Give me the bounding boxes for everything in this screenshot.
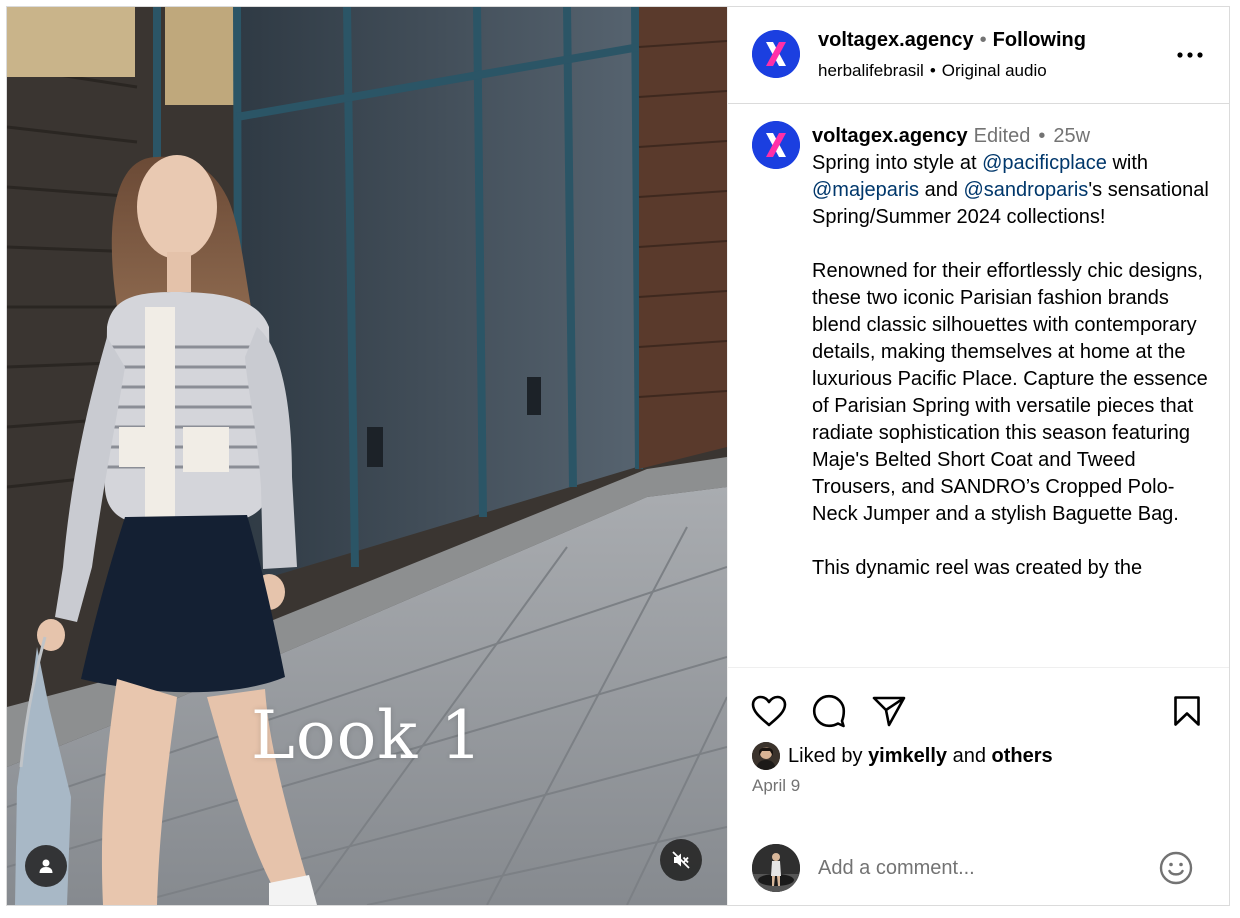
post-side-panel: voltagex.agency • Following herbalifebrasi… <box>727 7 1229 905</box>
following-button[interactable]: Following <box>993 29 1086 51</box>
voltagex-logo-icon <box>752 30 800 78</box>
caption-header: voltagex.agency Edited • 25w <box>812 123 1217 150</box>
comment-input[interactable] <box>818 850 1138 886</box>
more-options-button[interactable] <box>1176 41 1204 69</box>
user-silhouette-icon <box>39 859 53 873</box>
header-title-line: voltagex.agency • Following <box>818 29 1086 52</box>
reel-video[interactable]: Look 1 <box>7 7 727 905</box>
caption-text-segment: Spring into style at <box>812 152 983 174</box>
tagged-users-button[interactable] <box>25 845 67 887</box>
emoji-picker-button[interactable] <box>1158 850 1194 886</box>
caption-separator: • <box>1038 125 1046 147</box>
liked-and-label: and <box>952 744 986 767</box>
audio-line: herbalifebrasil • Original audio <box>818 61 1047 81</box>
comment-button[interactable] <box>810 692 848 730</box>
liked-others-link[interactable]: others <box>992 745 1053 768</box>
speaker-muted-icon <box>672 851 690 869</box>
audio-account-link[interactable]: herbalifebrasil <box>818 61 924 80</box>
original-audio-link[interactable]: Original audio <box>942 61 1047 80</box>
mention-pacificplace-link[interactable]: @pacificplace <box>982 152 1107 174</box>
share-button[interactable] <box>870 692 908 730</box>
likes-summary: Liked by yimkelly and others <box>752 742 1053 770</box>
liker-username-link[interactable]: yimkelly <box>868 745 947 768</box>
post-actions: Liked by yimkelly and others April 9 <box>728 667 1229 905</box>
post-header: voltagex.agency • Following herbalifebrasi… <box>728 7 1229 104</box>
post-date[interactable]: April 9 <box>752 776 800 796</box>
voltagex-logo-icon <box>752 121 800 169</box>
caption-paragraph-3: This dynamic reel was created by the <box>812 557 1143 579</box>
liked-by-label: Liked by <box>788 744 863 767</box>
mute-toggle-button[interactable] <box>660 839 702 881</box>
caption-author-avatar[interactable] <box>752 121 800 169</box>
liker-avatar[interactable] <box>752 742 780 770</box>
bookmark-icon <box>1174 696 1200 726</box>
caption-paragraph-1: Spring into style at @pacificplace with … <box>812 150 1217 231</box>
mention-sandroparis-link[interactable]: @sandroparis <box>964 179 1089 201</box>
author-username-link[interactable]: voltagex.agency <box>818 29 974 51</box>
liker-photo-icon <box>752 742 780 770</box>
edited-label: Edited <box>973 125 1031 147</box>
heart-icon <box>751 695 787 727</box>
current-user-photo-icon <box>752 844 800 892</box>
caption-scroll-area[interactable]: voltagex.agency Edited • 25w Spring into st… <box>728 105 1229 665</box>
post-dialog: Look 1 voltagex.agency • Following herba… <box>6 6 1230 906</box>
video-overlay-caption: Look 1 <box>251 697 484 774</box>
smiley-icon <box>1159 851 1193 885</box>
save-button[interactable] <box>1168 692 1206 730</box>
caption-paragraph-2: Renowned for their effortlessly chic des… <box>812 260 1208 525</box>
like-button[interactable] <box>750 692 788 730</box>
header-separator: • <box>979 29 987 51</box>
author-avatar[interactable] <box>752 30 800 78</box>
ellipsis-icon <box>1177 52 1203 58</box>
share-icon <box>872 696 906 727</box>
comment-composer <box>728 836 1229 900</box>
caption-username-link[interactable]: voltagex.agency <box>812 125 968 147</box>
caption-text-segment: and <box>919 179 964 201</box>
mention-majeparis-link[interactable]: @majeparis <box>812 179 919 201</box>
comment-icon <box>812 694 846 728</box>
caption-text: voltagex.agency Edited • 25w Spring into st… <box>812 123 1217 582</box>
audio-separator: • <box>929 61 936 80</box>
caption-text-segment: with <box>1106 152 1149 174</box>
current-user-avatar[interactable] <box>752 844 800 892</box>
post-age[interactable]: 25w <box>1053 125 1090 147</box>
